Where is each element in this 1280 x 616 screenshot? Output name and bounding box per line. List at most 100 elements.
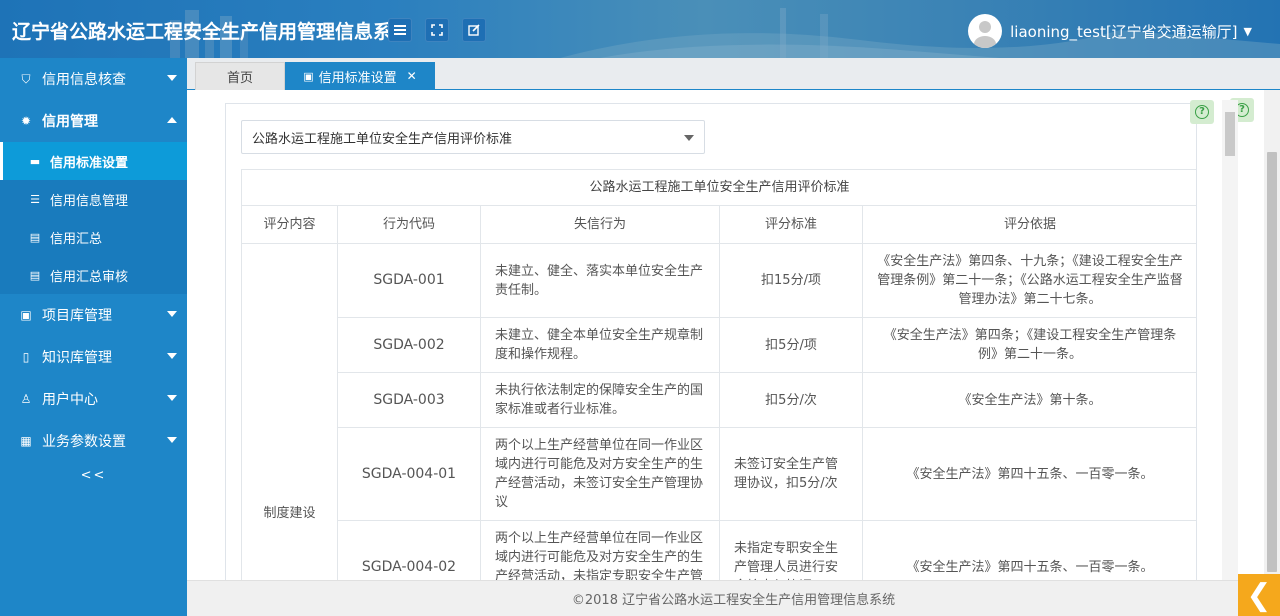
table-header: 评分内容: [241, 205, 338, 244]
sidebar-subitem-summary-review[interactable]: ▤ 信用汇总审核: [0, 256, 187, 294]
sidebar-item-label: 项目库管理: [42, 308, 112, 324]
main-content: 公路水运工程施工单位安全生产信用评价标准 公路水运工程施工单位安全生产信用评价标…: [187, 90, 1280, 580]
close-icon[interactable]: ✕: [407, 69, 417, 83]
chevron-down-icon: [167, 395, 177, 401]
tab-home[interactable]: 首页: [195, 62, 285, 90]
tab-label: 信用标准设置: [318, 70, 397, 86]
standard-cell: 未指定专职安全生产管理人员进行安全检查与协调[: [719, 520, 863, 580]
table-header: 评分标准: [719, 205, 863, 244]
sidebar-item-label: 信用信息核查: [42, 72, 126, 88]
avatar-icon: [968, 14, 1003, 48]
sidebar-item-label: 信用管理: [42, 114, 98, 130]
basis-cell: 《安全生产法》第四条；《建设工程安全生产管理条例》第二十一条。: [862, 317, 1196, 373]
sidebar-item-knowledge-base[interactable]: ▯ 知识库管理: [0, 336, 187, 378]
grid-icon: ▦: [20, 434, 32, 448]
basis-cell: 《安全生产法》第四十五条、一百零一条。: [862, 427, 1196, 521]
table-row: SGDA-002 未建立、健全本单位安全生产规章制度和操作规程。 扣5分/项 《…: [242, 317, 1196, 373]
sidebar-subitem-credit-info[interactable]: ☰ 信用信息管理: [0, 180, 187, 218]
chevron-down-icon: [684, 135, 694, 141]
footer: ©2018 辽宁省公路水运工程安全生产信用管理信息系统: [187, 580, 1280, 616]
sidebar-item-label: 知识库管理: [42, 350, 112, 366]
sidebar-item-project-library[interactable]: ▣ 项目库管理: [0, 294, 187, 336]
basis-cell: 《安全生产法》第四条、十九条；《建设工程安全生产管理条例》第二十一条；《公路水运…: [862, 243, 1196, 318]
app-title: 辽宁省公路水运工程安全生产信用管理信息系统: [12, 21, 388, 43]
standard-cell: 扣5分/项: [719, 317, 863, 373]
card-icon: ▬: [29, 154, 41, 168]
chevron-left-icon: ❮: [1246, 577, 1272, 613]
image-icon: ▣: [20, 308, 32, 322]
standard-table: 公路水运工程施工单位安全生产信用评价标准 评分内容 行为代码 失信行为 评分标准…: [241, 169, 1196, 580]
scrollbar-thumb[interactable]: [1267, 152, 1277, 572]
shield-icon: ⛉: [21, 71, 31, 86]
standard-select[interactable]: 公路水运工程施工单位安全生产信用评价标准: [241, 120, 705, 154]
tab-bar: 首页 ▣ 信用标准设置 ✕: [187, 58, 1280, 90]
chevron-down-icon: [167, 353, 177, 359]
standard-cell: 扣15分/项: [719, 243, 863, 318]
code-cell: SGDA-003: [337, 372, 481, 428]
behavior-cell: 未执行依法制定的保障安全生产的国家标准或者行业标准。: [480, 372, 720, 428]
table-row: SGDA-004-02 两个以上生产经营单位在同一作业区域内进行可能危及对方安全…: [242, 520, 1196, 580]
sidebar-subitem-label: 信用信息管理: [50, 193, 129, 209]
edit-icon: [468, 24, 480, 36]
user-label: liaoning_test[辽宁省交通运输厅]: [1010, 22, 1238, 41]
code-cell: SGDA-004-01: [337, 427, 481, 521]
doc-icon: ▤: [29, 230, 41, 244]
group-cell: 制度建设: [241, 243, 338, 580]
table-scrollbar[interactable]: [1222, 100, 1238, 580]
menu-toggle-button[interactable]: [388, 18, 412, 42]
help-button[interactable]: ?: [1190, 100, 1214, 124]
sidebar-item-label: 用户中心: [42, 392, 98, 408]
table-header: 行为代码: [337, 205, 481, 244]
back-button[interactable]: ❮: [1238, 574, 1280, 616]
chevron-up-icon: [167, 117, 177, 123]
sidebar-subitem-label: 信用汇总: [50, 231, 103, 247]
sidebar-collapse-button[interactable]: <<: [0, 462, 187, 483]
basis-cell: 《安全生产法》第十条。: [862, 372, 1196, 428]
table-header: 评分依据: [862, 205, 1196, 244]
tab-credit-standard[interactable]: ▣ 信用标准设置 ✕: [285, 62, 435, 90]
book-icon: ▯: [22, 350, 30, 364]
user-menu[interactable]: liaoning_test[辽宁省交通运输厅] ▼: [968, 14, 1252, 48]
sidebar-subitem-credit-standard[interactable]: ▬ 信用标准设置: [0, 142, 187, 180]
card-icon: ▣: [303, 69, 314, 83]
code-cell: SGDA-004-02: [337, 520, 481, 580]
table-row: SGDA-004-01 两个以上生产经营单位在同一作业区域内进行可能危及对方安全…: [242, 427, 1196, 521]
sidebar-item-label: 业务参数设置: [42, 434, 126, 450]
fullscreen-button[interactable]: [425, 18, 449, 42]
fullscreen-icon: [431, 24, 443, 36]
chevron-down-icon: [167, 311, 177, 317]
sidebar: ⛉ 信用信息核查 ✹ 信用管理 ▬ 信用标准设置 ☰ 信用信息管理 ▤ 信用汇总…: [0, 58, 187, 616]
menu-icon: [394, 25, 406, 35]
sidebar-subitem-label: 信用标准设置: [50, 155, 129, 171]
page-scrollbar[interactable]: [1264, 90, 1280, 580]
standard-cell: 扣5分/次: [719, 372, 863, 428]
table-row: SGDA-003 未执行依法制定的保障安全生产的国家标准或者行业标准。 扣5分/…: [242, 372, 1196, 428]
sidebar-item-user-center[interactable]: ♙ 用户中心: [0, 378, 187, 420]
edit-button[interactable]: [462, 18, 486, 42]
select-value: 公路水运工程施工单位安全生产信用评价标准: [252, 131, 513, 147]
doc-icon: ▤: [29, 268, 41, 282]
behavior-cell: 两个以上生产经营单位在同一作业区域内进行可能危及对方安全生产的生产经营活动，未签…: [480, 427, 720, 521]
standard-panel: 公路水运工程施工单位安全生产信用评价标准 公路水运工程施工单位安全生产信用评价标…: [225, 103, 1197, 580]
sidebar-subitem-credit-summary[interactable]: ▤ 信用汇总: [0, 218, 187, 256]
scrollbar-thumb[interactable]: [1225, 112, 1235, 156]
chevron-down-icon: [167, 75, 177, 81]
list-icon: ☰: [30, 192, 40, 206]
behavior-cell: 两个以上生产经营单位在同一作业区域内进行可能危及对方安全生产的生产经营活动，未指…: [480, 520, 720, 580]
code-cell: SGDA-001: [337, 243, 481, 318]
table-header: 失信行为: [480, 205, 720, 244]
standard-cell: 未签订安全生产管理协议，扣5分/次: [719, 427, 863, 521]
help-icon: ?: [1195, 105, 1209, 119]
top-header: 辽宁省公路水运工程安全生产信用管理信息系统 liaoning_test[辽宁省交…: [0, 0, 1280, 58]
user-icon: ♙: [20, 392, 32, 406]
code-cell: SGDA-002: [337, 317, 481, 373]
basis-cell: 《安全生产法》第四十五条、一百零一条。: [862, 520, 1196, 580]
sidebar-item-credit-management[interactable]: ✹ 信用管理: [0, 100, 187, 142]
behavior-cell: 未建立、健全、落实本单位安全生产责任制。: [480, 243, 720, 318]
behavior-cell: 未建立、健全本单位安全生产规章制度和操作规程。: [480, 317, 720, 373]
sidebar-item-business-params[interactable]: ▦ 业务参数设置: [0, 420, 187, 462]
table-row: 制度建设 SGDA-001 未建立、健全、落实本单位安全生产责任制。 扣15分/…: [241, 243, 1196, 580]
sidebar-item-credit-check[interactable]: ⛉ 信用信息核查: [0, 58, 187, 100]
table-caption: 公路水运工程施工单位安全生产信用评价标准: [241, 169, 1196, 206]
gear-icon: ✹: [20, 114, 32, 128]
